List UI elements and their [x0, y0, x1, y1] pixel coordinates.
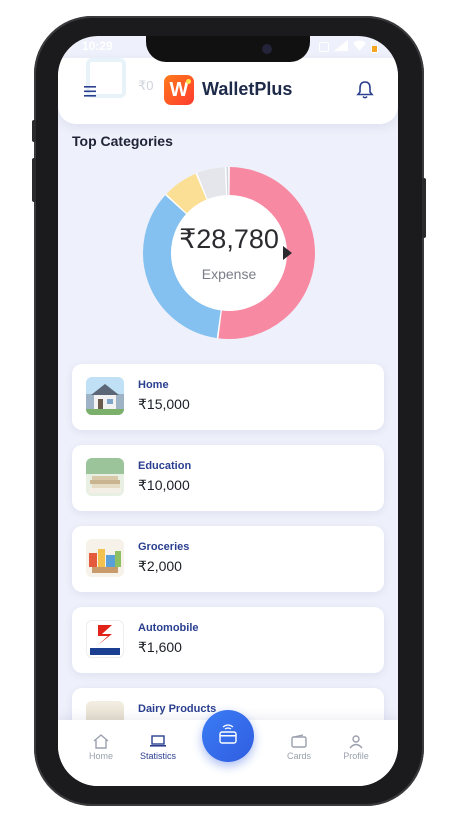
- section-title: Top Categories: [72, 133, 173, 149]
- nav-cards-label: Cards: [286, 751, 311, 761]
- category-amount: ₹1,600: [138, 639, 182, 655]
- groceries-thumbnail: [86, 539, 124, 577]
- nav-profile[interactable]: Profile: [331, 734, 381, 761]
- nav-statistics-label: Statistics: [139, 751, 176, 761]
- category-card-automobile[interactable]: Automobile ₹1,600: [72, 607, 384, 673]
- volume-up-button: [32, 120, 36, 142]
- user-icon: [349, 735, 363, 749]
- notch: [146, 36, 310, 62]
- ghost-text: ₹0: [138, 78, 154, 93]
- bottom-navigation: Home Statistics Cards Profile: [58, 710, 398, 786]
- app-title: WalletPlus: [202, 79, 293, 99]
- expense-donut-chart: ₹28,780 Expense: [140, 164, 318, 342]
- automobile-thumbnail: [86, 620, 124, 658]
- app-logo: W: [164, 75, 194, 105]
- menu-icon: [84, 86, 96, 97]
- category-name: Education: [138, 460, 192, 472]
- home-thumbnail: [86, 377, 124, 415]
- power-button: [422, 178, 426, 238]
- total-expense: ₹28,780: [179, 224, 279, 254]
- app-screen: 10:29 ₹0 W WalletPlus Top Categories ₹28…: [58, 36, 398, 786]
- category-amount: ₹15,000: [138, 396, 190, 412]
- battery-icon: [371, 41, 378, 53]
- home-icon: [93, 734, 109, 749]
- category-card-home[interactable]: Home ₹15,000: [72, 364, 384, 430]
- notification-button[interactable]: [356, 80, 374, 100]
- camera: [262, 44, 272, 54]
- category-card-groceries[interactable]: Groceries ₹2,000: [72, 526, 384, 592]
- status-icons: [319, 40, 378, 54]
- donut-center: ₹28,780 Expense: [140, 164, 318, 342]
- category-name: Groceries: [138, 541, 190, 553]
- scan-pay-button[interactable]: [202, 710, 254, 762]
- category-name: Automobile: [138, 622, 199, 634]
- app-header: ₹0 W WalletPlus: [58, 58, 398, 124]
- expense-label: Expense: [201, 266, 257, 282]
- nav-home-label: Home: [88, 751, 113, 761]
- nav-profile-label: Profile: [343, 751, 369, 761]
- notification-icon: [319, 42, 329, 52]
- suzuki-logo-icon: [90, 625, 120, 655]
- status-time: 10:29: [82, 39, 113, 53]
- signal-icon: [334, 40, 348, 54]
- wifi-icon: [353, 40, 366, 54]
- category-amount: ₹10,000: [138, 477, 190, 493]
- category-card-education[interactable]: Education ₹10,000: [72, 445, 384, 511]
- nav-home[interactable]: Home: [76, 734, 126, 761]
- cards-icon: [291, 734, 307, 748]
- category-amount: ₹2,000: [138, 558, 182, 574]
- category-name: Home: [138, 379, 169, 391]
- volume-down-button: [32, 158, 36, 202]
- bell-icon: [356, 81, 374, 99]
- laptop-icon: [150, 735, 166, 747]
- nav-cards[interactable]: Cards: [274, 734, 324, 761]
- education-thumbnail: [86, 458, 124, 496]
- menu-button[interactable]: [84, 84, 96, 101]
- contactless-card-icon: [219, 724, 237, 744]
- nav-statistics[interactable]: Statistics: [133, 734, 183, 761]
